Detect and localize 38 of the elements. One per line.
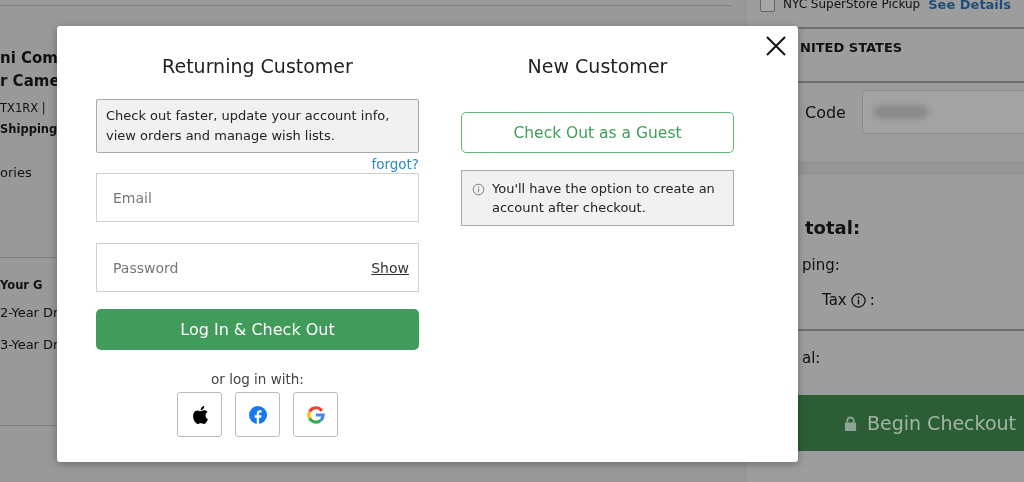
email-field[interactable]: Email [96,173,419,222]
cart-text: 2-Year Dr [0,304,59,322]
password-field[interactable]: Password Show [96,243,419,292]
cart-text: r Came [0,71,60,92]
info-icon [472,183,485,196]
checkbox[interactable] [760,0,775,12]
cart-text: Shipping [0,121,58,138]
forgot-link[interactable]: forgot? [371,156,419,173]
guest-checkout-button[interactable]: Check Out as a Guest [461,112,734,153]
alt-login-label: or log in with: [210,371,305,388]
info-message: Check out faster, update your account info, view orders and manage wish lists. [96,99,419,153]
cart-text: TX1RX | [0,100,46,117]
info-icon[interactable] [850,292,866,308]
lock-icon [843,415,857,431]
cart-text: Your G [0,277,43,294]
tax-colon: : [869,291,875,309]
note-text: You'll have the option to create an account after checkout. [492,180,716,217]
section-title: Returning Customer [161,54,354,79]
shipping-label: ping: [801,256,841,274]
close-button[interactable] [766,36,786,56]
total-label: al: [801,349,822,367]
cart-text: ni Com [0,48,58,69]
apple-icon [190,404,209,425]
code-field[interactable] [861,90,1024,134]
social-login-button[interactable] [177,392,222,437]
blurred-value [872,105,928,119]
google-icon [306,404,325,425]
subtotal-label: total: [804,217,862,238]
section-title: New Customer [526,54,669,79]
code-label: Code [805,102,846,122]
show-password-link[interactable]: Show [371,259,409,276]
close-icon [766,36,786,56]
cart-text: ories [0,165,32,180]
cart-text: 3-Year Dr [0,336,59,354]
country-label: NITED STATES [800,39,904,57]
login-button[interactable]: Log In & Check Out [96,309,419,350]
tax-label: Tax [822,291,847,309]
facebook-icon [248,404,267,425]
